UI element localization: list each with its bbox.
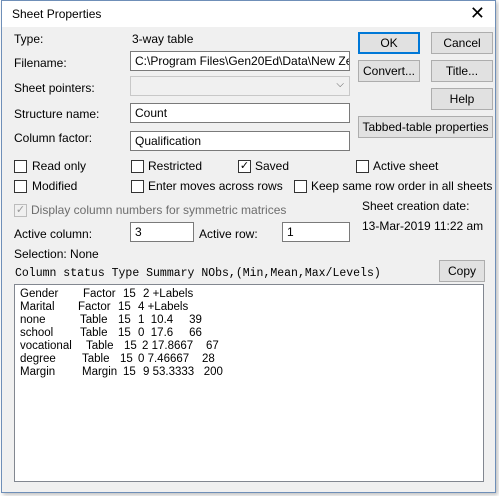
- column-summary: 4 +Labels: [138, 301, 189, 313]
- structure-name-label: Structure name:: [14, 107, 100, 121]
- sheet-pointers-label: Sheet pointers:: [14, 81, 95, 95]
- column-type: Margin: [82, 366, 118, 378]
- column-summary: 0 17.6 66: [138, 327, 202, 339]
- column-status-list[interactable]: Gender Factor 15 2 +Labels Marital Factor 15 4…: [14, 284, 484, 482]
- keep-same-row-order-checkbox[interactable]: [294, 180, 307, 193]
- list-item: Gender Factor 15 2 +Labels: [20, 288, 193, 301]
- convert-button[interactable]: Convert...: [358, 60, 420, 82]
- read-only-checkbox[interactable]: [14, 160, 27, 173]
- modified-label: Modified: [32, 179, 78, 193]
- help-button[interactable]: Help: [431, 88, 493, 110]
- enter-moves-checkbox[interactable]: [131, 180, 144, 193]
- column-status-header: Column status Type Summary NObs,(Min,Mea…: [15, 267, 381, 280]
- restricted-label: Restricted: [148, 159, 203, 173]
- column-name: school: [20, 327, 54, 339]
- list-item: school Table 15 0 17.6 66: [20, 327, 202, 340]
- restricted-checkbox[interactable]: [131, 160, 144, 173]
- filename-field[interactable]: C:\Program Files\Gen20Ed\Data\New Zealan…: [130, 51, 350, 71]
- keep-same-row-order-label: Keep same row order in all sheets: [311, 179, 493, 193]
- active-sheet-label: Active sheet: [373, 159, 439, 173]
- structure-name-field[interactable]: Count: [130, 103, 350, 123]
- type-value: 3-way table: [132, 32, 194, 46]
- column-summary: 2 +Labels: [143, 288, 194, 300]
- column-name: Margin: [20, 366, 56, 378]
- column-nobs: 15: [118, 327, 131, 339]
- chevron-down-icon: ⌵: [336, 79, 344, 90]
- tabbed-table-properties-button[interactable]: Tabbed-table properties: [358, 116, 493, 138]
- column-summary: 1 10.4 39: [138, 314, 202, 326]
- cancel-button[interactable]: Cancel: [431, 32, 493, 54]
- column-name: Gender: [20, 288, 59, 300]
- read-only-label: Read only: [32, 159, 87, 173]
- saved-checkbox[interactable]: ✓: [238, 160, 251, 173]
- list-item: degree Table 15 0 7.46667 28: [20, 353, 215, 366]
- column-type: Table: [86, 340, 114, 352]
- column-factor-label: Column factor:: [14, 131, 93, 145]
- column-factor-field[interactable]: Qualification: [130, 131, 350, 151]
- title-button[interactable]: Title...: [431, 60, 493, 82]
- column-summary: 0 7.46667 28: [138, 353, 215, 365]
- display-column-numbers-label: Display column numbers for symmetric mat…: [31, 203, 287, 217]
- modified-checkbox[interactable]: [14, 180, 27, 193]
- copy-button[interactable]: Copy: [439, 260, 485, 282]
- filename-label: Filename:: [14, 56, 67, 70]
- column-type: Factor: [83, 288, 116, 300]
- column-type: Table: [80, 314, 108, 326]
- column-summary: 9 53.3333 200: [143, 366, 223, 378]
- checkmark-icon: ✓: [239, 160, 250, 172]
- sheet-creation-date-label: Sheet creation date:: [362, 199, 470, 213]
- active-row-label: Active row:: [199, 227, 258, 241]
- column-summary: 2 17.8667 67: [142, 340, 219, 352]
- saved-label: Saved: [255, 159, 290, 173]
- active-row-field[interactable]: 1: [282, 222, 350, 242]
- enter-moves-label: Enter moves across rows: [148, 179, 283, 193]
- display-column-numbers-checkbox[interactable]: ✓: [14, 204, 27, 217]
- column-nobs: 15: [123, 366, 136, 378]
- close-icon[interactable]: ✕: [470, 3, 485, 23]
- active-column-field[interactable]: 3: [130, 222, 194, 242]
- column-type: Table: [82, 353, 110, 365]
- column-type: Table: [80, 327, 108, 339]
- list-item: vocational Table 15 2 17.8667 67: [20, 340, 219, 353]
- selection-label: Selection: None: [14, 247, 99, 261]
- checkmark-icon: ✓: [15, 204, 26, 216]
- sheet-creation-date-value: 13-Mar-2019 11:22 am: [362, 219, 484, 233]
- type-label: Type:: [14, 32, 44, 46]
- dialog-title: Sheet Properties: [12, 7, 102, 21]
- column-nobs: 15: [124, 340, 137, 352]
- column-nobs: 15: [118, 314, 131, 326]
- column-type: Factor: [78, 301, 111, 313]
- column-nobs: 15: [118, 301, 131, 313]
- active-sheet-checkbox[interactable]: [356, 160, 369, 173]
- column-name: none: [20, 314, 46, 326]
- list-item: Margin Margin 15 9 53.3333 200: [20, 366, 223, 379]
- sheet-properties-dialog: Sheet Properties ✕ Type: 3-way table Fil…: [1, 0, 496, 493]
- ok-button[interactable]: OK: [358, 32, 420, 54]
- column-name: vocational: [20, 340, 72, 352]
- sheet-pointers-dropdown[interactable]: ⌵: [130, 76, 350, 96]
- column-name: degree: [20, 353, 56, 365]
- list-item: none Table 15 1 10.4 39: [20, 314, 202, 327]
- column-nobs: 15: [120, 353, 133, 365]
- column-name: Marital: [20, 301, 55, 313]
- list-item: Marital Factor 15 4 +Labels: [20, 301, 188, 314]
- title-bar: Sheet Properties ✕: [2, 1, 495, 27]
- column-nobs: 15: [123, 288, 136, 300]
- active-column-label: Active column:: [14, 227, 93, 241]
